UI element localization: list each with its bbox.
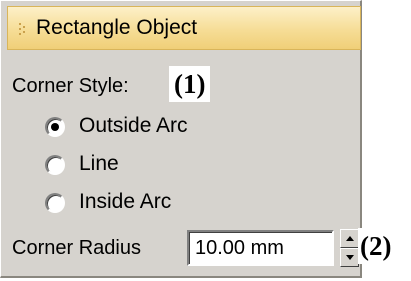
corner-radius-input[interactable]: 10.00 mm	[187, 230, 334, 266]
radio-label[interactable]: Outside Arc	[79, 114, 188, 138]
arrow-down-icon	[346, 255, 354, 260]
radio-selected-dot	[51, 123, 59, 131]
spin-down-button[interactable]	[340, 248, 359, 267]
corner-radius-stepper[interactable]	[340, 229, 359, 267]
panel-titlebar[interactable]: Rectangle Object	[7, 6, 361, 50]
radio-button-icon[interactable]	[45, 155, 65, 175]
corner-radius-label: Corner Radius	[12, 237, 141, 259]
arrow-up-icon	[346, 236, 354, 241]
panel-title: Rectangle Object	[36, 16, 198, 39]
grip-dots-icon[interactable]	[19, 23, 25, 35]
radio-label[interactable]: Inside Arc	[79, 190, 171, 214]
radio-button-icon[interactable]	[45, 193, 65, 213]
radio-button-icon[interactable]	[45, 117, 65, 137]
corner-style-label: Corner Style:	[12, 75, 129, 97]
annotation-marker-2: (2)	[358, 228, 394, 264]
radio-label[interactable]: Line	[79, 152, 119, 176]
annotation-marker-1: (1)	[169, 66, 211, 102]
spin-up-button[interactable]	[340, 229, 359, 248]
rectangle-object-panel: Rectangle Object Corner Style: Outside A…	[0, 0, 362, 278]
